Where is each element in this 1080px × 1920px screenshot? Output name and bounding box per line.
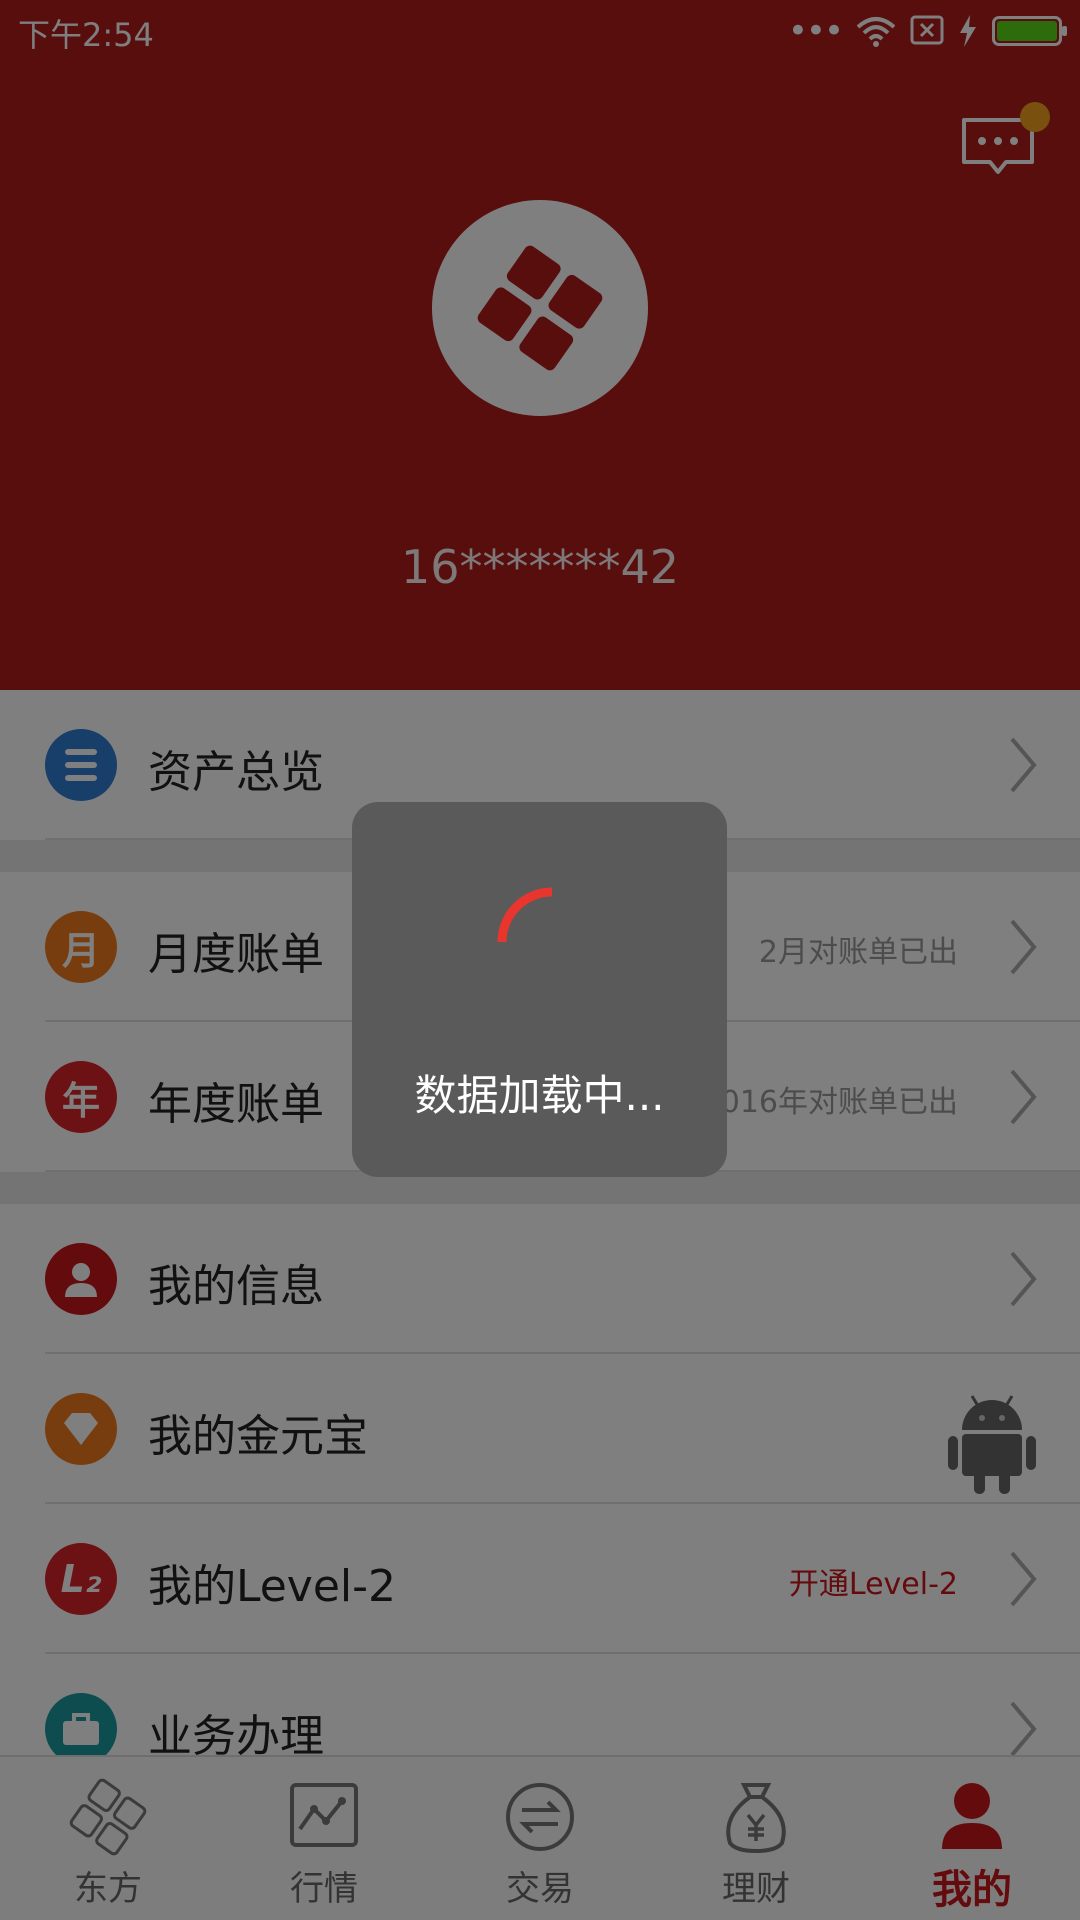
android-icon[interactable] [944,1386,1040,1496]
spinner-icon [497,887,553,943]
loading-text: 数据加载中... [414,1071,665,1120]
loading-dialog: 数据加载中... [352,802,727,1177]
